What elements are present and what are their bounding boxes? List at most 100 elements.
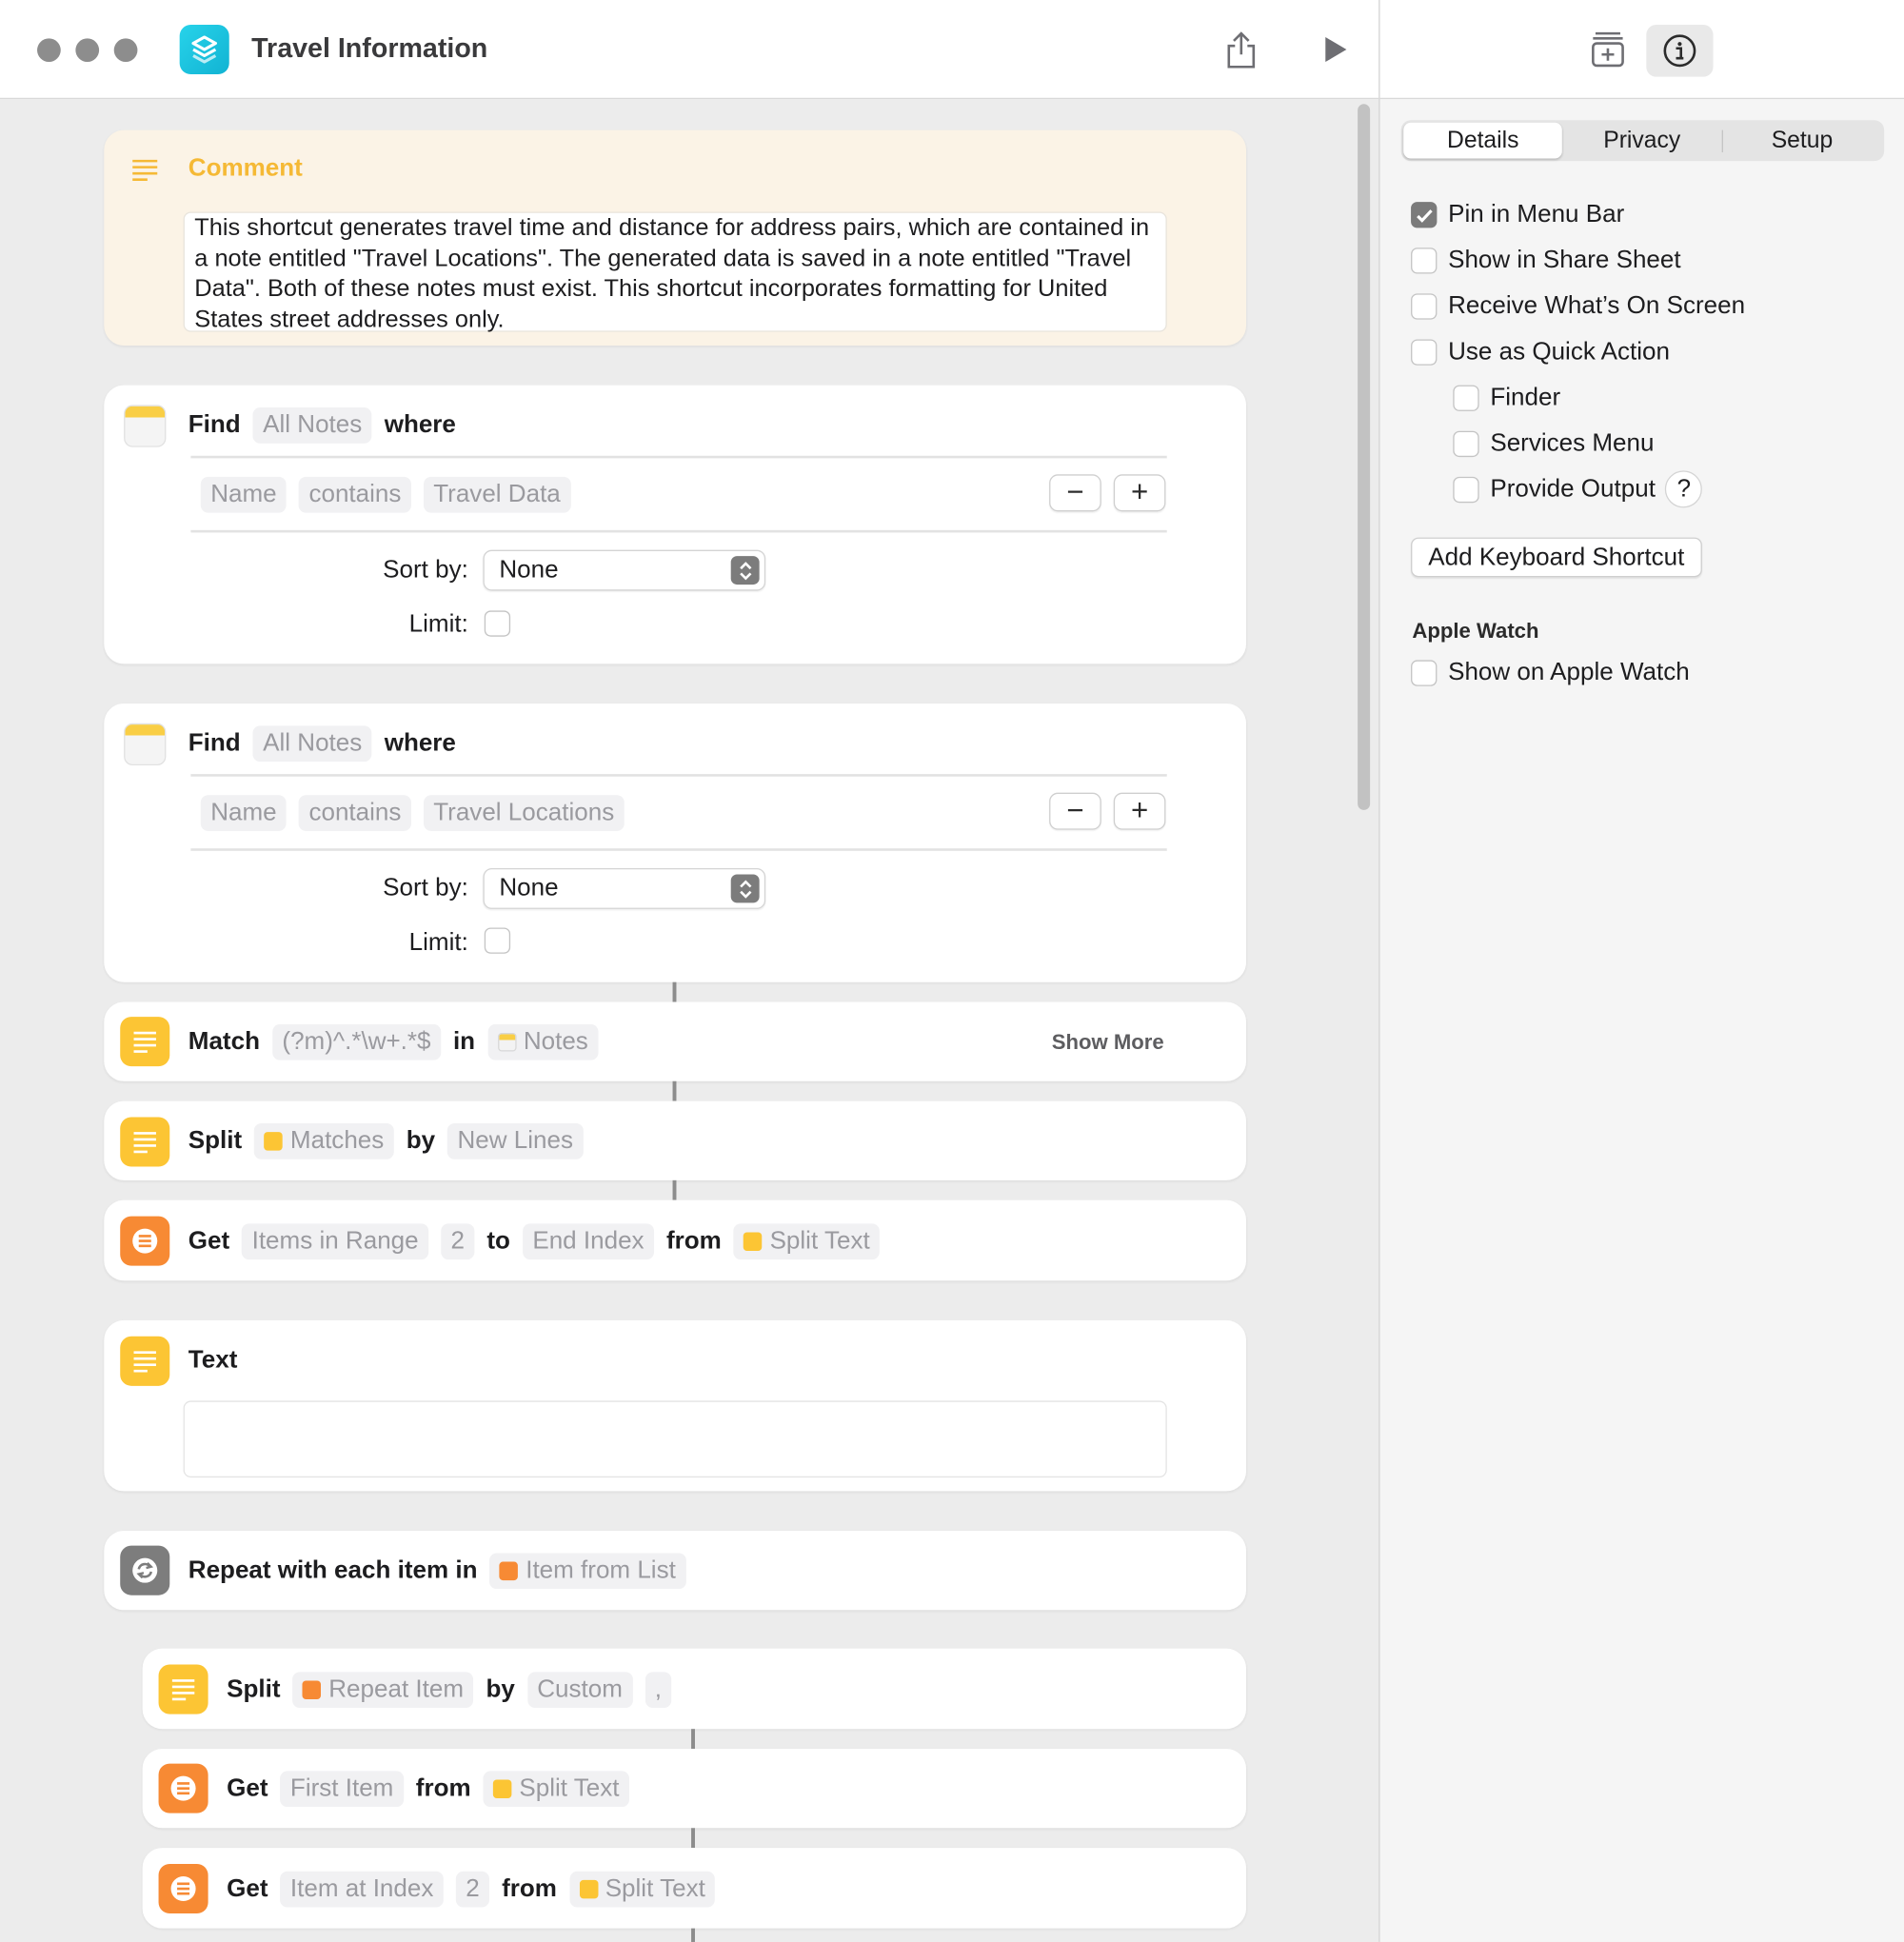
repeat-item-variable-token[interactable]: Repeat Item [292,1671,474,1708]
notes-source-token[interactable]: All Notes [252,406,372,444]
sort-by-select[interactable]: None [483,868,766,909]
add-keyboard-shortcut-button[interactable]: Add Keyboard Shortcut [1411,537,1702,578]
tab-setup[interactable]: Setup [1723,123,1882,159]
services-menu-checkbox[interactable] [1453,430,1479,458]
tab-privacy[interactable]: Privacy [1562,123,1721,159]
from-label: from [502,1874,557,1902]
limit-label: Limit: [408,610,468,639]
filter-operator-token[interactable]: contains [299,794,411,831]
receive-screen-option[interactable]: Receive What’s On Screen [1411,292,1745,321]
pin-menu-bar-checkbox[interactable] [1411,202,1438,228]
shortcuts-app-icon [179,25,229,75]
text-content-field[interactable] [183,1400,1167,1478]
matches-variable-token[interactable]: Matches [254,1122,394,1159]
option-label: Finder [1490,384,1561,411]
sidebar-toolbar [1379,0,1904,100]
variable-label: Split Text [769,1226,870,1255]
notes-variable-token[interactable]: Notes [487,1023,599,1060]
chevron-updown-icon [730,556,760,585]
custom-separator-token[interactable]: , [645,1671,672,1708]
apple-watch-checkbox[interactable] [1411,660,1438,686]
tab-details[interactable]: Details [1403,122,1563,159]
find-notes-header: Find All Notes where [188,723,468,763]
quick-action-checkbox[interactable] [1411,339,1438,366]
text-action-icon [120,1117,170,1167]
provide-output-option[interactable]: Provide Output ? [1453,470,1703,508]
split-text-row: Split Matches by New Lines [188,1120,596,1160]
share-sheet-checkbox[interactable] [1411,248,1438,274]
remove-filter-button[interactable]: − [1049,792,1101,830]
finder-option[interactable]: Finder [1453,384,1560,412]
divider [190,529,1167,533]
help-button[interactable]: ? [1665,470,1703,508]
window-title: Travel Information [251,31,488,64]
split-text-variable-token[interactable]: Split Text [733,1222,881,1259]
split-text-variable-token[interactable]: Split Text [568,1871,716,1907]
mode-token[interactable]: First Item [280,1770,404,1807]
services-menu-option[interactable]: Services Menu [1453,429,1654,458]
index-token[interactable]: 2 [455,1871,490,1907]
text-action-icon [120,1017,170,1067]
option-label: Use as Quick Action [1448,338,1670,366]
flow-connector [672,981,677,1002]
item-from-list-variable-token[interactable]: Item from List [489,1552,686,1589]
limit-label: Limit: [408,928,468,957]
option-label: Show on Apple Watch [1448,659,1690,686]
separator-token[interactable]: New Lines [447,1122,584,1159]
provide-output-checkbox[interactable] [1453,476,1479,503]
text-action-icon [120,1336,170,1386]
sort-by-select[interactable]: None [483,549,766,591]
share-sheet-option[interactable]: Show in Share Sheet [1411,247,1681,275]
comment-text-field[interactable]: This shortcut generates travel time and … [183,211,1167,333]
variable-label: Split Text [519,1774,620,1802]
remove-filter-button[interactable]: − [1049,474,1101,512]
where-label: where [384,728,456,757]
repeat-each-row: Repeat with each item in Item from List [188,1551,698,1591]
info-icon[interactable] [1646,25,1714,77]
minimize-window-button[interactable] [75,38,100,63]
separator-token[interactable]: Custom [526,1671,633,1708]
add-filter-button[interactable]: + [1113,474,1166,512]
editor-scrollbar[interactable] [1358,104,1371,810]
share-icon[interactable] [1217,25,1266,74]
variable-label: Item from List [526,1556,676,1584]
end-index-token[interactable]: End Index [522,1222,654,1259]
sort-by-value: None [499,874,559,902]
limit-checkbox[interactable] [484,610,511,637]
chevron-updown-icon [730,874,760,903]
zoom-window-button[interactable] [113,38,138,63]
list-action-icon [158,1864,208,1914]
quick-action-option[interactable]: Use as Quick Action [1411,338,1670,367]
finder-checkbox[interactable] [1453,385,1479,411]
find-notes-header: Find All Notes where [188,405,468,445]
add-filter-button[interactable]: + [1113,792,1166,830]
close-window-button[interactable] [37,38,61,63]
notes-variable-icon [497,1032,517,1051]
action-verb: Repeat with each item in [188,1556,478,1584]
filter-operator-token[interactable]: contains [299,476,411,512]
limit-checkbox[interactable] [484,927,511,954]
play-icon[interactable] [1311,25,1360,74]
get-item-row: Get Item at Index 2 from Split Text [227,1869,727,1909]
mode-token[interactable]: Item at Index [280,1871,444,1907]
filter-field-token[interactable]: Name [200,476,288,512]
notes-source-token[interactable]: All Notes [252,724,372,762]
filter-row: Name contains Travel Data [200,474,583,514]
filter-value-token[interactable]: Travel Data [423,476,571,512]
pin-menu-bar-option[interactable]: Pin in Menu Bar [1411,201,1624,229]
mode-token[interactable]: Items in Range [242,1222,429,1259]
divider [190,455,1167,459]
by-label: by [406,1126,436,1154]
start-index-token[interactable]: 2 [441,1222,475,1259]
apple-watch-option[interactable]: Show on Apple Watch [1411,659,1690,687]
filter-value-token[interactable]: Travel Locations [423,794,625,831]
action-library-icon[interactable] [1583,25,1633,74]
receive-screen-checkbox[interactable] [1411,293,1438,320]
show-more-button[interactable]: Show More [1052,1030,1164,1055]
regex-pattern-token[interactable]: (?m)^.*\w+.*$ [271,1023,441,1060]
in-label: in [452,1027,476,1055]
action-verb: Get [227,1774,268,1802]
filter-field-token[interactable]: Name [200,794,288,831]
split-text-variable-token[interactable]: Split Text [483,1770,629,1807]
where-label: where [384,410,456,438]
